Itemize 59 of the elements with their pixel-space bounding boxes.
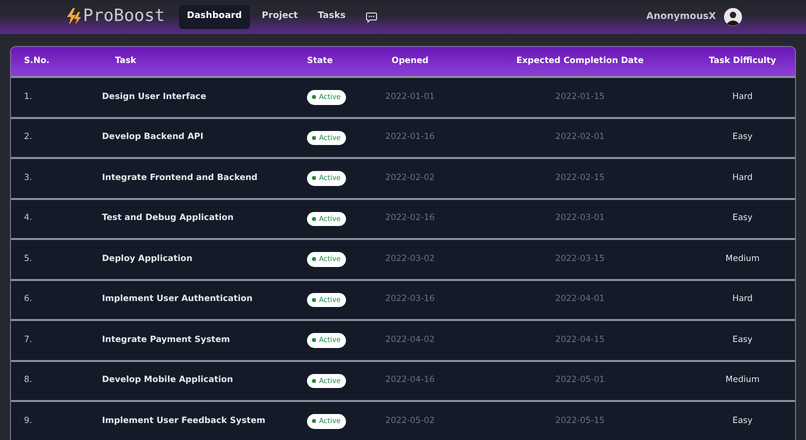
task-name: Deploy Application xyxy=(101,252,194,266)
user-name[interactable]: AnonymousX xyxy=(646,10,716,24)
opened-date: 2022-01-16 xyxy=(384,131,436,144)
chat-icon[interactable] xyxy=(366,12,377,24)
opened-date: 2022-03-02 xyxy=(384,252,436,266)
difficulty: Hard xyxy=(731,293,754,306)
column-header: State xyxy=(306,55,334,68)
column-header: Expected Completion Date xyxy=(515,55,645,68)
column-header: S.No. xyxy=(23,55,51,68)
brand-name[interactable]: ProBoost xyxy=(83,4,165,30)
row-number: 3. xyxy=(23,172,34,185)
difficulty: Medium xyxy=(724,374,760,388)
expected-date: 2022-04-15 xyxy=(554,334,606,347)
column-header: Task xyxy=(114,55,138,68)
expected-date: 2022-03-01 xyxy=(554,212,606,226)
nav-link[interactable]: Dashboard xyxy=(178,5,250,29)
opened-date: 2022-05-02 xyxy=(384,414,436,428)
nav-link[interactable]: Project xyxy=(254,5,306,29)
expected-date: 2022-02-01 xyxy=(554,131,606,144)
row-number: 4. xyxy=(23,212,34,226)
task-name: Develop Backend API xyxy=(101,131,204,144)
task-name: Develop Mobile Application xyxy=(101,374,234,388)
column-header: Task Difficulty xyxy=(708,55,778,68)
expected-date: 2022-05-01 xyxy=(554,374,606,388)
opened-date: 2022-01-01 xyxy=(384,90,436,104)
expected-date: 2022-03-15 xyxy=(554,252,606,266)
row-number: 5. xyxy=(23,252,34,266)
difficulty: Easy xyxy=(731,131,754,144)
expected-date: 2022-02-15 xyxy=(554,172,606,185)
difficulty: Easy xyxy=(731,414,754,428)
opened-date: 2022-04-16 xyxy=(384,374,436,388)
expected-date: 2022-05-15 xyxy=(554,414,606,428)
nav-link[interactable]: Tasks xyxy=(310,5,354,29)
column-header: Opened xyxy=(390,55,430,68)
opened-date: 2022-04-02 xyxy=(384,334,436,347)
task-name: Design User Interface xyxy=(101,90,208,104)
row-number: 9. xyxy=(23,414,34,428)
row-number: 7. xyxy=(23,334,34,347)
task-name: Integrate Payment System xyxy=(101,334,231,347)
expected-date: 2022-01-15 xyxy=(554,90,606,104)
row-number: 2. xyxy=(23,131,34,144)
expected-date: 2022-04-01 xyxy=(554,293,606,306)
difficulty: Easy xyxy=(731,334,754,347)
task-name: Implement User Authentication xyxy=(101,293,254,306)
task-name: Integrate Frontend and Backend xyxy=(101,172,259,185)
row-number: 6. xyxy=(23,293,34,306)
row-number: 8. xyxy=(23,374,34,388)
opened-date: 2022-03-16 xyxy=(384,293,436,306)
difficulty: Hard xyxy=(731,172,754,185)
lightning-icon xyxy=(66,8,82,26)
row-number: 1. xyxy=(23,90,34,104)
opened-date: 2022-02-16 xyxy=(384,212,436,226)
task-name: Test and Debug Application xyxy=(101,212,235,226)
difficulty: Hard xyxy=(731,90,754,104)
task-name: Implement User Feedback System xyxy=(101,414,266,428)
difficulty: Easy xyxy=(731,212,754,226)
avatar[interactable] xyxy=(724,8,742,26)
difficulty: Medium xyxy=(724,252,760,266)
opened-date: 2022-02-02 xyxy=(384,172,436,185)
